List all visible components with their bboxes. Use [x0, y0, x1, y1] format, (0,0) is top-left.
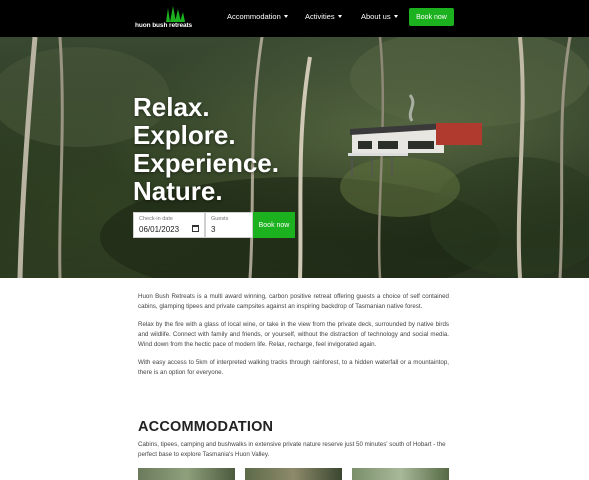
nav-about-us[interactable]: About us [361, 12, 398, 21]
hero-title-line: Relax. [133, 92, 210, 122]
nav-book-now-button[interactable]: Book now [409, 8, 454, 26]
checkin-date-label: Check-in date [139, 216, 173, 222]
accommodation-thumbnail[interactable] [352, 468, 449, 480]
nav-activities-label: Activities [305, 12, 335, 21]
hero-title: Relax. Explore. Experience. Nature. [133, 93, 279, 205]
top-nav: huon bush retreats Accommodation Activit… [0, 0, 589, 37]
logo-text: huon bush retreats [135, 22, 193, 29]
intro-paragraph: Huon Bush Retreats is a multi award winn… [138, 293, 449, 311]
calendar-icon[interactable] [192, 225, 199, 232]
chevron-down-icon [283, 15, 288, 18]
chevron-down-icon [337, 15, 342, 18]
intro-paragraph: With easy access to 5km of interpreted w… [138, 359, 449, 377]
accommodation-heading: ACCOMMODATION [138, 419, 274, 435]
logo[interactable]: huon bush retreats [134, 6, 193, 32]
accommodation-thumbnail[interactable] [245, 468, 342, 480]
guests-label: Guests [211, 216, 229, 222]
accommodation-subtitle: Cabins, tipees, camping and bushwalks in… [138, 441, 446, 459]
hero-title-line: Explore. [133, 120, 236, 150]
checkin-date-value: 06/01/2023 [139, 225, 180, 234]
guests-value: 3 [211, 225, 216, 234]
nav-accommodation-label: Accommodation [227, 12, 281, 21]
accommodation-thumbnail[interactable] [138, 468, 235, 480]
intro-paragraph: Relax by the fire with a glass of local … [138, 320, 449, 349]
checkin-date-field[interactable]: Check-in date 06/01/2023 [133, 212, 205, 238]
hero-book-now-button[interactable]: Book now [253, 212, 295, 238]
nav-accommodation[interactable]: Accommodation [227, 12, 288, 21]
forest-cabin-image [0, 37, 589, 278]
guests-field[interactable]: Guests 3 [205, 212, 253, 238]
nav-activities[interactable]: Activities [305, 12, 342, 21]
tree-logo-icon [166, 6, 185, 22]
nav-about-us-label: About us [361, 12, 391, 21]
hero-title-line: Experience. [133, 148, 279, 178]
intro-section: Huon Bush Retreats is a multi award winn… [138, 292, 449, 386]
hero: Relax. Explore. Experience. Nature. Chec… [0, 37, 589, 278]
chevron-down-icon [393, 15, 398, 18]
hero-title-line: Nature. [133, 176, 223, 206]
